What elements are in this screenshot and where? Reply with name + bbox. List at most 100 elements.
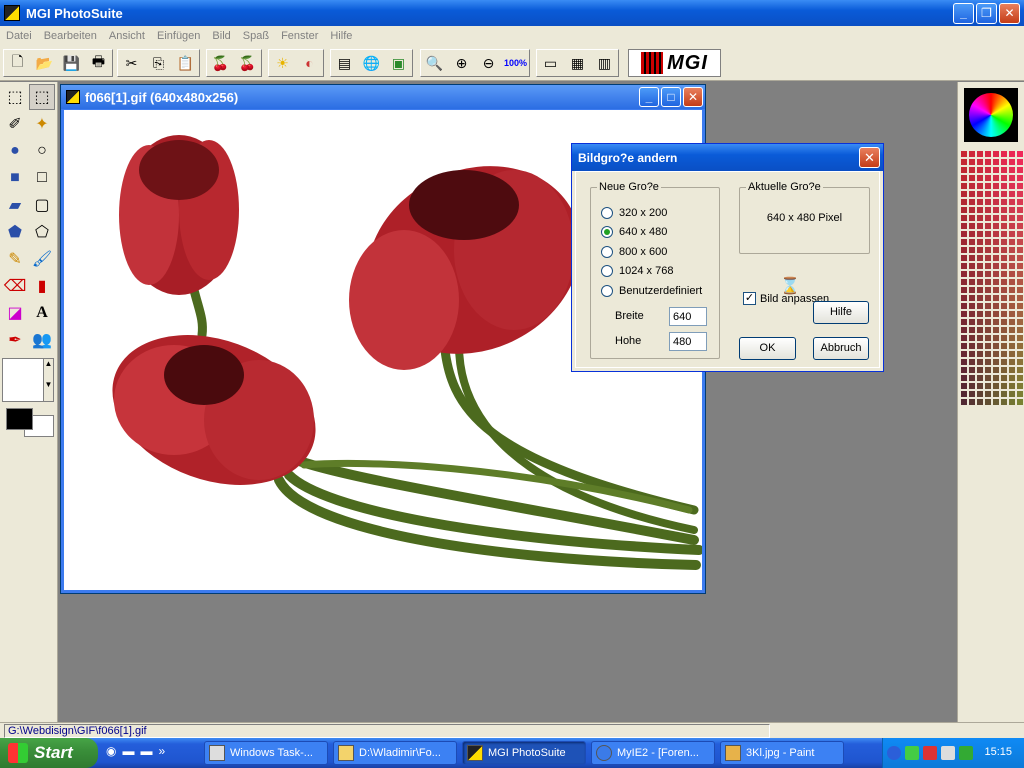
palette-swatch[interactable] — [984, 286, 992, 294]
palette-swatch[interactable] — [960, 182, 968, 190]
open-folder-icon[interactable]: 📂 — [31, 50, 58, 76]
palette-swatch[interactable] — [976, 334, 984, 342]
dialog-close-button[interactable]: ✕ — [859, 147, 880, 168]
ok-button[interactable]: OK — [739, 337, 796, 360]
palette-swatch[interactable] — [1008, 358, 1016, 366]
filled-rounded-rect-icon[interactable]: ▰ — [2, 192, 28, 218]
palette-swatch[interactable] — [976, 238, 984, 246]
palette-swatch[interactable] — [1008, 214, 1016, 222]
palette-swatch[interactable] — [976, 294, 984, 302]
pencil-icon[interactable]: ✎ — [2, 246, 28, 272]
palette-swatch[interactable] — [992, 358, 1000, 366]
new-file-icon[interactable]: 🗋 — [4, 50, 31, 76]
fill-bucket-icon[interactable]: ◪ — [2, 300, 28, 326]
palette-swatch[interactable] — [960, 318, 968, 326]
palette-swatch[interactable] — [960, 198, 968, 206]
palette-swatch[interactable] — [1016, 246, 1024, 254]
palette-swatch[interactable] — [1016, 182, 1024, 190]
cut-scissors-icon[interactable]: ✂ — [118, 50, 145, 76]
people-icon[interactable]: 👥 — [29, 327, 55, 353]
palette-swatch[interactable] — [1000, 358, 1008, 366]
palette-swatch[interactable] — [976, 374, 984, 382]
palette-swatch[interactable] — [976, 366, 984, 374]
maximize-button[interactable]: ❐ — [976, 3, 997, 24]
size-option-640[interactable]: 640 x 480 — [601, 226, 667, 238]
palette-swatch[interactable] — [1000, 374, 1008, 382]
zoom-in-icon[interactable]: ⊕ — [448, 50, 475, 76]
palette-swatch[interactable] — [976, 358, 984, 366]
minimize-button[interactable]: _ — [953, 3, 974, 24]
palette-swatch[interactable] — [992, 238, 1000, 246]
palette-swatch[interactable] — [960, 238, 968, 246]
menu-spass[interactable]: Spaß — [237, 30, 275, 42]
palette-swatch[interactable] — [976, 182, 984, 190]
palette-swatch[interactable] — [1016, 230, 1024, 238]
palette-swatch[interactable] — [1008, 246, 1016, 254]
palette-swatch[interactable] — [1008, 294, 1016, 302]
palette-swatch[interactable] — [992, 182, 1000, 190]
fit-image-checkbox[interactable]: ✓ — [743, 292, 756, 305]
palette-swatch[interactable] — [992, 174, 1000, 182]
palette-swatch[interactable] — [976, 310, 984, 318]
palette-swatch[interactable] — [968, 374, 976, 382]
palette-swatch[interactable] — [960, 278, 968, 286]
palette-swatch[interactable] — [992, 254, 1000, 262]
palette-swatch[interactable] — [984, 326, 992, 334]
palette-swatch[interactable] — [1000, 190, 1008, 198]
palette-swatch[interactable] — [976, 318, 984, 326]
filled-circle-icon[interactable]: ● — [2, 138, 28, 164]
magic-wand-icon[interactable]: ✦ — [29, 111, 55, 137]
eyedropper-icon[interactable]: ✒ — [2, 327, 28, 353]
palette-swatch[interactable] — [960, 374, 968, 382]
palette-swatch[interactable] — [976, 174, 984, 182]
polygon-outline-icon[interactable]: ⬠ — [29, 219, 55, 245]
tray-app-icon[interactable] — [941, 746, 955, 760]
palette-swatch[interactable] — [984, 374, 992, 382]
palette-swatch[interactable] — [968, 334, 976, 342]
palette-swatch[interactable] — [1000, 174, 1008, 182]
palette-swatch[interactable] — [1008, 318, 1016, 326]
menu-bild[interactable]: Bild — [206, 30, 236, 42]
foreground-color-swatch[interactable] — [6, 408, 33, 430]
radio-1024[interactable] — [601, 265, 613, 277]
palette-swatch[interactable] — [992, 382, 1000, 390]
palette-swatch[interactable] — [1008, 374, 1016, 382]
palette-swatch[interactable] — [976, 342, 984, 350]
palette-swatch[interactable] — [968, 358, 976, 366]
palette-swatch[interactable] — [1008, 198, 1016, 206]
palette-swatch[interactable] — [992, 230, 1000, 238]
palette-swatch[interactable] — [976, 166, 984, 174]
palette-swatch[interactable] — [1000, 230, 1008, 238]
palette-swatch[interactable] — [984, 310, 992, 318]
palette-swatch[interactable] — [1008, 286, 1016, 294]
palette-swatch[interactable] — [992, 326, 1000, 334]
menu-fenster[interactable]: Fenster — [275, 30, 324, 42]
palette-swatch[interactable] — [1000, 366, 1008, 374]
palette-swatch[interactable] — [984, 174, 992, 182]
palette-swatch[interactable] — [984, 150, 992, 158]
cancel-button[interactable]: Abbruch — [813, 337, 869, 360]
palette-swatch[interactable] — [1000, 182, 1008, 190]
palette-swatch[interactable] — [992, 246, 1000, 254]
palette-swatch[interactable] — [968, 342, 976, 350]
palette-swatch[interactable] — [984, 294, 992, 302]
palette-swatch[interactable] — [968, 254, 976, 262]
palette-swatch[interactable] — [984, 206, 992, 214]
palette-swatch[interactable] — [1000, 238, 1008, 246]
palette-swatch[interactable] — [968, 238, 976, 246]
palette-swatch[interactable] — [1008, 278, 1016, 286]
palette-swatch[interactable] — [984, 350, 992, 358]
palette-swatch[interactable] — [1008, 342, 1016, 350]
palette-swatch[interactable] — [976, 206, 984, 214]
palette-swatch[interactable] — [968, 382, 976, 390]
palette-swatch[interactable] — [984, 302, 992, 310]
eraser-icon[interactable]: ⌫ — [2, 273, 28, 299]
palette-swatch[interactable] — [1008, 166, 1016, 174]
zoom-100-button[interactable]: 100% — [502, 50, 529, 76]
zoom-out-icon[interactable]: ⊖ — [475, 50, 502, 76]
palette-swatch[interactable] — [968, 222, 976, 230]
menu-ansicht[interactable]: Ansicht — [103, 30, 151, 42]
palette-swatch[interactable] — [960, 398, 968, 406]
palette-swatch[interactable] — [1000, 278, 1008, 286]
height-input[interactable] — [669, 332, 707, 351]
